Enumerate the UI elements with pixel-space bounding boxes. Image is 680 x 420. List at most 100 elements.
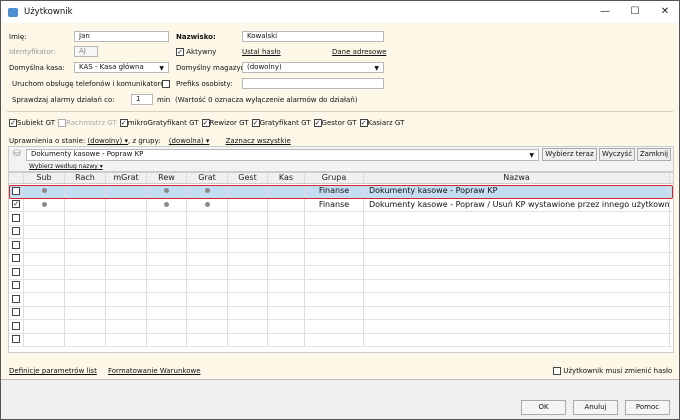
app-checkbox-5[interactable]: ✓Gestor GT xyxy=(313,119,357,127)
grupa-cell xyxy=(305,306,364,319)
app-checkbox-3[interactable]: ✓Rewizor GT xyxy=(201,119,249,127)
checkbox-icon xyxy=(12,213,20,222)
musi-zmienic-checkbox[interactable]: Użytkownik musi zmienić hasło xyxy=(553,366,672,376)
app-checkbox-0[interactable]: ✓Subiekt GT xyxy=(9,119,55,127)
app-checkbox-4[interactable]: ✓Gratyfikant GT xyxy=(251,119,311,127)
row-checkbox[interactable]: ✓ xyxy=(9,198,24,211)
table-row[interactable] xyxy=(9,279,673,293)
row-checkbox[interactable] xyxy=(9,239,24,252)
wybierz-teraz-button[interactable]: Wybierz teraz xyxy=(542,148,597,161)
kasa-value: KAS - Kasa główna xyxy=(79,63,144,71)
row-checkbox[interactable] xyxy=(9,333,24,346)
permission-cell xyxy=(268,266,305,279)
column-header[interactable]: mGrat xyxy=(106,173,147,183)
column-header[interactable]: Sub xyxy=(24,173,65,183)
alarmy-hint: (Wartość 0 oznacza wyłączenie alarmów do… xyxy=(175,96,358,104)
table-row[interactable] xyxy=(9,239,673,253)
permission-cell xyxy=(187,266,228,279)
checkbox-icon: ✓ xyxy=(313,119,322,127)
permission-cell xyxy=(268,279,305,292)
row-checkbox[interactable] xyxy=(9,266,24,279)
permission-cell xyxy=(106,225,147,238)
app-checkbox-2[interactable]: ✓mikroGratyfikant GT xyxy=(119,119,199,127)
table-row[interactable] xyxy=(9,306,673,320)
permission-cell xyxy=(268,239,305,252)
app-checkbox-6[interactable]: ✓Kasiarz GT xyxy=(359,119,404,127)
grupa-cell xyxy=(305,266,364,279)
column-header[interactable]: Grupa xyxy=(305,173,364,183)
permission-dot-icon xyxy=(41,188,47,193)
column-header[interactable]: Rach xyxy=(65,173,106,183)
app-checkbox-1: Rachmistrz GT xyxy=(58,119,117,127)
row-checkbox[interactable] xyxy=(9,306,24,319)
row-checkbox[interactable] xyxy=(9,185,24,198)
zaznacz-wszystkie-link[interactable]: Zaznacz wszystkie xyxy=(226,137,291,145)
zamknij-button[interactable]: Zamknij xyxy=(637,148,671,161)
nazwa-cell xyxy=(364,212,670,225)
permission-cell xyxy=(228,252,268,265)
wyczysc-button[interactable]: Wyczyść xyxy=(599,148,635,161)
column-header[interactable]: Kas xyxy=(268,173,305,183)
anuluj-button[interactable]: Anuluj xyxy=(573,400,618,415)
pomoc-button[interactable]: Pomoc xyxy=(625,400,670,415)
permission-dot-icon xyxy=(41,201,47,207)
imie-input[interactable]: Jan xyxy=(74,31,169,42)
permission-cell xyxy=(268,293,305,306)
column-header[interactable]: Gest xyxy=(228,173,268,183)
aktywny-checkbox[interactable]: ✓ Aktywny xyxy=(176,47,216,57)
row-checkbox[interactable] xyxy=(9,212,24,225)
permission-cell xyxy=(268,225,305,238)
table-row[interactable] xyxy=(9,293,673,307)
grupa-cell xyxy=(305,212,364,225)
ok-button[interactable]: OK xyxy=(521,400,566,415)
table-row[interactable] xyxy=(9,252,673,266)
row-checkbox[interactable] xyxy=(9,252,24,265)
nazwisko-input[interactable]: Kowalski xyxy=(242,31,384,42)
wybierz-wg-nazwy-dropdown[interactable]: Wybierz według nazwy ▾ xyxy=(29,162,103,172)
prefiks-input[interactable] xyxy=(242,78,384,89)
formatowanie-link[interactable]: Formatowanie Warunkowe xyxy=(108,366,201,376)
ustal-haslo-link[interactable]: Ustal hasło xyxy=(242,47,281,57)
kasa-select[interactable]: KAS - Kasa główna ▼ xyxy=(74,62,169,73)
stan-dropdown[interactable]: (dowolny) ▾ xyxy=(88,137,128,145)
table-row[interactable]: ✓ Finanse Dokumenty kasowe - Popraw / Usuń… xyxy=(9,198,673,212)
chevron-down-icon: ▼ xyxy=(374,65,379,72)
alarmy-input[interactable]: 1 xyxy=(131,94,153,105)
table-row[interactable] xyxy=(9,320,673,334)
table-row[interactable] xyxy=(9,212,673,226)
column-header[interactable]: Grat xyxy=(187,173,228,183)
permission-cell xyxy=(24,320,65,333)
permission-dot-icon xyxy=(204,201,210,207)
magazyn-select[interactable]: (dowolny) ▼ xyxy=(242,62,384,73)
search-input[interactable]: Dokumenty kasowe - Popraw KP ▼ xyxy=(26,149,539,161)
row-checkbox[interactable] xyxy=(9,320,24,333)
permission-cell xyxy=(228,185,268,198)
row-checkbox[interactable] xyxy=(9,279,24,292)
checkbox-icon xyxy=(12,308,20,316)
table-row[interactable] xyxy=(9,225,673,239)
grupy-value: (dowolna) xyxy=(168,137,204,145)
row-checkbox[interactable] xyxy=(9,293,24,306)
permission-cell xyxy=(24,252,65,265)
maximize-button[interactable]: ☐ xyxy=(621,3,649,21)
column-header[interactable]: Nazwa xyxy=(364,173,670,183)
nazwa-cell xyxy=(364,225,670,238)
permission-cell xyxy=(106,279,147,292)
permission-cell xyxy=(187,198,228,211)
table-row[interactable] xyxy=(9,266,673,280)
column-header[interactable]: Rew xyxy=(147,173,187,183)
table-row[interactable] xyxy=(9,333,673,347)
permission-cell xyxy=(65,306,106,319)
uruchom-checkbox[interactable] xyxy=(162,80,170,88)
close-button[interactable]: ✕ xyxy=(651,3,679,21)
checkbox-icon: ✓ xyxy=(251,119,260,127)
dane-adresowe-link[interactable]: Dane adresowe xyxy=(332,47,386,57)
table-row[interactable]: Finanse Dokumenty kasowe - Popraw KP xyxy=(9,185,673,199)
permission-cell xyxy=(187,333,228,346)
definicje-link[interactable]: Definicje parametrów list xyxy=(9,366,97,376)
row-checkbox[interactable] xyxy=(9,225,24,238)
permission-cell xyxy=(147,306,187,319)
column-header-check[interactable] xyxy=(9,173,24,183)
minimize-button[interactable]: — xyxy=(591,3,619,21)
grupy-dropdown[interactable]: (dowolna) ▾ xyxy=(169,137,210,145)
